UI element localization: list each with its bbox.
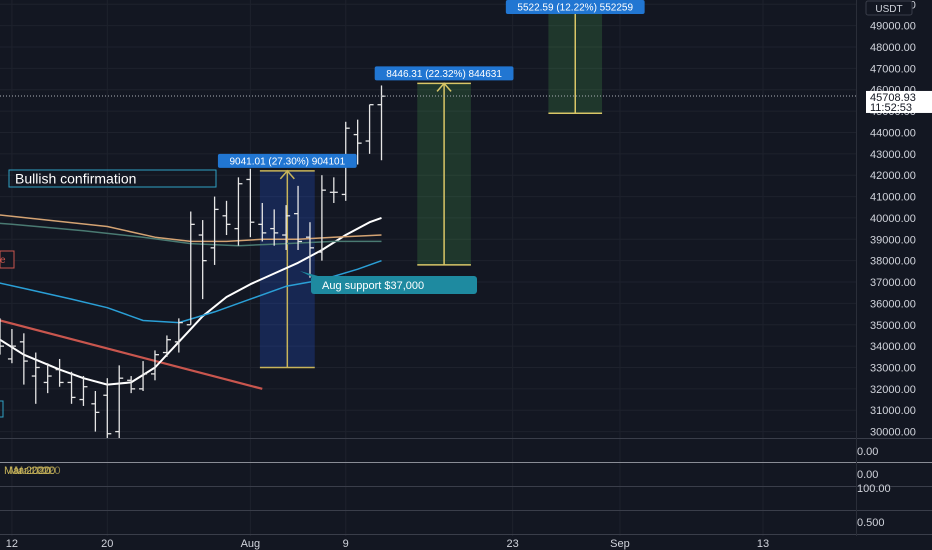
price-tick-label: 39000.00 xyxy=(870,234,916,246)
price-tick-label: 40000.00 xyxy=(870,213,916,225)
pane2-tick-0: 0.00 xyxy=(857,469,878,481)
chart-background xyxy=(0,0,932,550)
price-tick-label: 34000.00 xyxy=(870,341,916,353)
price-tick-label: 41000.00 xyxy=(870,192,916,204)
time-tick-label: Aug xyxy=(241,538,261,550)
pane1-tick: 0.00 xyxy=(857,446,878,458)
price-tick-label: 32000.00 xyxy=(870,384,916,396)
price-tick-label: 48000.00 xyxy=(870,42,916,54)
indicator-legend-text-3: Mar 2020 xyxy=(14,465,60,477)
price-tick-label: 47000.00 xyxy=(870,63,916,75)
time-tick-label: 9 xyxy=(343,538,349,550)
measurement-label: 8446.31 (22.32%) 844631 xyxy=(386,69,502,80)
price-tick-label: 49000.00 xyxy=(870,21,916,33)
price-tick-label: 44000.00 xyxy=(870,127,916,139)
aug-support-text: Aug support $37,000 xyxy=(322,280,424,292)
price-tick-label: 37000.00 xyxy=(870,277,916,289)
svg-text:e: e xyxy=(0,255,6,266)
price-tick-label: 38000.00 xyxy=(870,256,916,268)
time-tick-label: 12 xyxy=(6,538,18,550)
price-tick-label: 42000.00 xyxy=(870,170,916,182)
price-tick-label: 33000.00 xyxy=(870,362,916,374)
currency-label: USDT xyxy=(875,4,902,15)
price-tick-label: 31000.00 xyxy=(870,405,916,417)
price-tick-label: 30000.00 xyxy=(870,427,916,439)
measurement-label: 9041.01 (27.30%) 904101 xyxy=(229,156,345,167)
time-tick-label: 23 xyxy=(507,538,519,550)
pane2-tick-100: 100.00 xyxy=(857,483,891,495)
time-tick-label: Sep xyxy=(610,538,630,550)
price-tick-labels: 50000.0049000.0048000.0047000.0046000.00… xyxy=(870,0,916,439)
measurement-label: 5522.59 (12.22%) 552259 xyxy=(517,3,633,14)
price-tick-label: 35000.00 xyxy=(870,320,916,332)
candle-countdown: 11:52:53 xyxy=(870,102,912,114)
time-tick-label: 20 xyxy=(101,538,113,550)
time-tick-label: 13 xyxy=(757,538,769,550)
indicator-legend[interactable]: Mar 2020 Mar 2020 Mar 2020 xyxy=(4,465,60,477)
trading-chart[interactable]: 9041.01 (27.30%) 904101 8446.31 (22.32%) … xyxy=(0,0,932,550)
price-tick-label: 36000.00 xyxy=(870,298,916,310)
price-tick-label: 43000.00 xyxy=(870,149,916,161)
pane3-tick: 0.500 xyxy=(857,517,885,529)
last-price-badge: 45708.93 11:52:53 xyxy=(866,90,932,114)
bullish-confirmation-text: Bullish confirmation xyxy=(15,171,136,187)
